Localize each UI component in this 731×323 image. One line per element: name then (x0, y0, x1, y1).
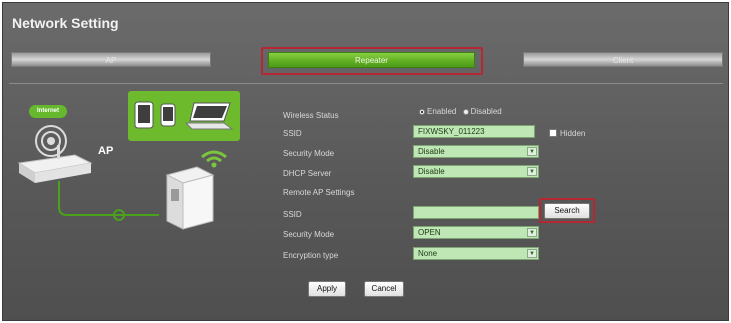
remote-security-mode-label: Security Mode (283, 230, 335, 239)
chevron-down-icon: ▼ (527, 249, 537, 258)
encryption-type-value: None (418, 249, 438, 258)
security-mode-label: Security Mode (283, 149, 335, 158)
mode-tab-bar: AP Repeater Client (3, 47, 730, 75)
wireless-status-radio-group: Enabled Disabled (419, 107, 502, 116)
chevron-down-icon: ▼ (527, 147, 537, 156)
apply-button[interactable]: Apply (308, 281, 346, 297)
remote-ssid-input[interactable] (413, 206, 539, 219)
security-mode-select[interactable]: Disable ▼ (413, 145, 539, 158)
tab-ap[interactable]: AP (11, 52, 211, 67)
ap-label: AP (98, 145, 114, 157)
connection-lines (58, 181, 159, 221)
remote-ap-settings-label: Remote AP Settings (283, 188, 355, 197)
hidden-label: Hidden (560, 129, 586, 138)
radio-enabled[interactable]: Enabled (419, 107, 456, 116)
cancel-button[interactable]: Cancel (364, 281, 404, 297)
ssid-label: SSID (283, 129, 302, 138)
radio-disabled[interactable]: Disabled (462, 107, 502, 116)
repeater-illustration: Internet AP (11, 91, 261, 251)
network-setting-panel: Network Setting AP Repeater Client Inter… (2, 2, 729, 321)
divider (9, 83, 723, 84)
encryption-type-label: Encryption type (283, 251, 339, 260)
search-button[interactable]: Search (544, 203, 590, 219)
page-title: Network Setting (12, 15, 119, 31)
ssid-input[interactable]: FIXWSKY_011223 (413, 125, 535, 138)
wireless-status-label: Wireless Status (283, 111, 339, 120)
phone-icon (160, 103, 176, 127)
dhcp-server-select[interactable]: Disable ▼ (413, 165, 539, 178)
tab-client[interactable]: Client (523, 52, 723, 67)
radio-disabled-dot (462, 108, 469, 115)
remote-security-mode-value: OPEN (418, 228, 441, 237)
radio-enabled-dot (419, 108, 425, 115)
laptop-icon (184, 102, 234, 130)
remote-security-mode-select[interactable]: OPEN ▼ (413, 226, 539, 239)
dhcp-server-label: DHCP Server (283, 169, 332, 178)
tab-repeater[interactable]: Repeater (268, 52, 475, 68)
encryption-type-select[interactable]: None ▼ (413, 247, 539, 260)
device-group-badge (128, 91, 240, 141)
tablet-icon (134, 101, 154, 129)
internet-badge: Internet (29, 105, 67, 118)
chevron-down-icon: ▼ (527, 167, 537, 176)
chevron-down-icon: ▼ (527, 228, 537, 237)
remote-ssid-label: SSID (283, 210, 302, 219)
dhcp-server-value: Disable (418, 167, 445, 176)
hidden-checkbox[interactable] (549, 129, 557, 137)
security-mode-value: Disable (418, 147, 445, 156)
